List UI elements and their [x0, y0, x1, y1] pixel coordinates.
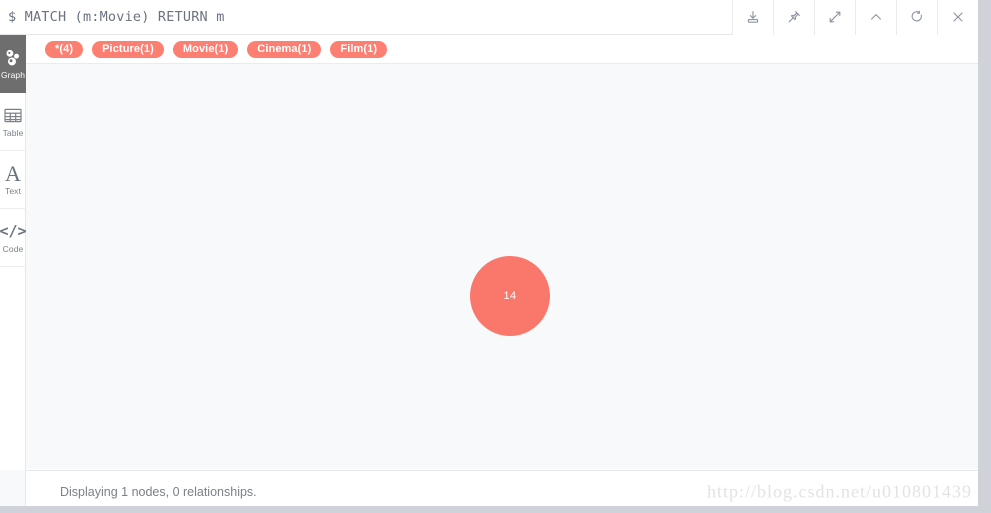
download-icon	[745, 9, 761, 25]
table-icon	[4, 106, 22, 126]
vertical-scrollbar[interactable]	[978, 0, 991, 506]
sidebar-item-label: Text	[5, 185, 21, 196]
legend-pill-movie[interactable]: Movie(1)	[172, 40, 239, 58]
download-button[interactable]	[732, 0, 773, 35]
query-bar: $ MATCH (m:Movie) RETURN m	[0, 0, 978, 35]
horizontal-scrollbar[interactable]	[0, 506, 991, 513]
pin-icon	[786, 9, 802, 25]
status-text: Displaying 1 nodes, 0 relationships.	[60, 485, 257, 499]
text-icon: A	[5, 160, 21, 186]
fullscreen-button[interactable]	[814, 0, 855, 35]
legend-pill-picture[interactable]: Picture(1)	[92, 40, 164, 58]
sidebar-item-label: Code	[2, 243, 24, 254]
close-icon	[950, 9, 966, 25]
legend-pill-film[interactable]: Film(1)	[330, 40, 388, 58]
graph-node[interactable]: 14	[470, 256, 550, 336]
close-button[interactable]	[937, 0, 978, 35]
graph-icon	[4, 48, 23, 68]
code-icon: </>	[0, 222, 27, 241]
graph-legend: *(4) Picture(1) Movie(1) Cinema(1) Film(…	[26, 35, 978, 64]
graph-node-caption: 14	[503, 290, 517, 302]
query-actions	[732, 0, 978, 35]
result-pane: *(4) Picture(1) Movie(1) Cinema(1) Film(…	[26, 35, 978, 470]
expand-icon	[827, 9, 843, 25]
legend-pill-cinema[interactable]: Cinema(1)	[247, 40, 322, 58]
sidebar-item-table[interactable]: Table	[0, 93, 26, 151]
collapse-button[interactable]	[855, 0, 896, 35]
pin-button[interactable]	[773, 0, 814, 35]
query-text[interactable]: $ MATCH (m:Movie) RETURN m	[0, 9, 732, 25]
sidebar-item-text[interactable]: A Text	[0, 151, 26, 209]
legend-pill-all[interactable]: *(4)	[45, 40, 84, 58]
chevron-up-icon	[868, 9, 884, 25]
neo4j-browser-result-frame: $ MATCH (m:Movie) RETURN m Graph Table A…	[0, 0, 991, 513]
sidebar-item-label: Graph	[0, 69, 26, 80]
refresh-button[interactable]	[896, 0, 937, 35]
sidebar-item-code[interactable]: </> Code	[0, 209, 27, 267]
view-sidebar: Graph Table A Text </> Code	[0, 35, 27, 470]
sidebar-item-label: Table	[2, 127, 24, 138]
sidebar-item-graph[interactable]: Graph	[0, 35, 26, 93]
watermark-text: http://blog.csdn.net/u010801439	[707, 481, 972, 502]
graph-canvas[interactable]: 14	[26, 64, 978, 469]
refresh-icon	[909, 9, 925, 25]
